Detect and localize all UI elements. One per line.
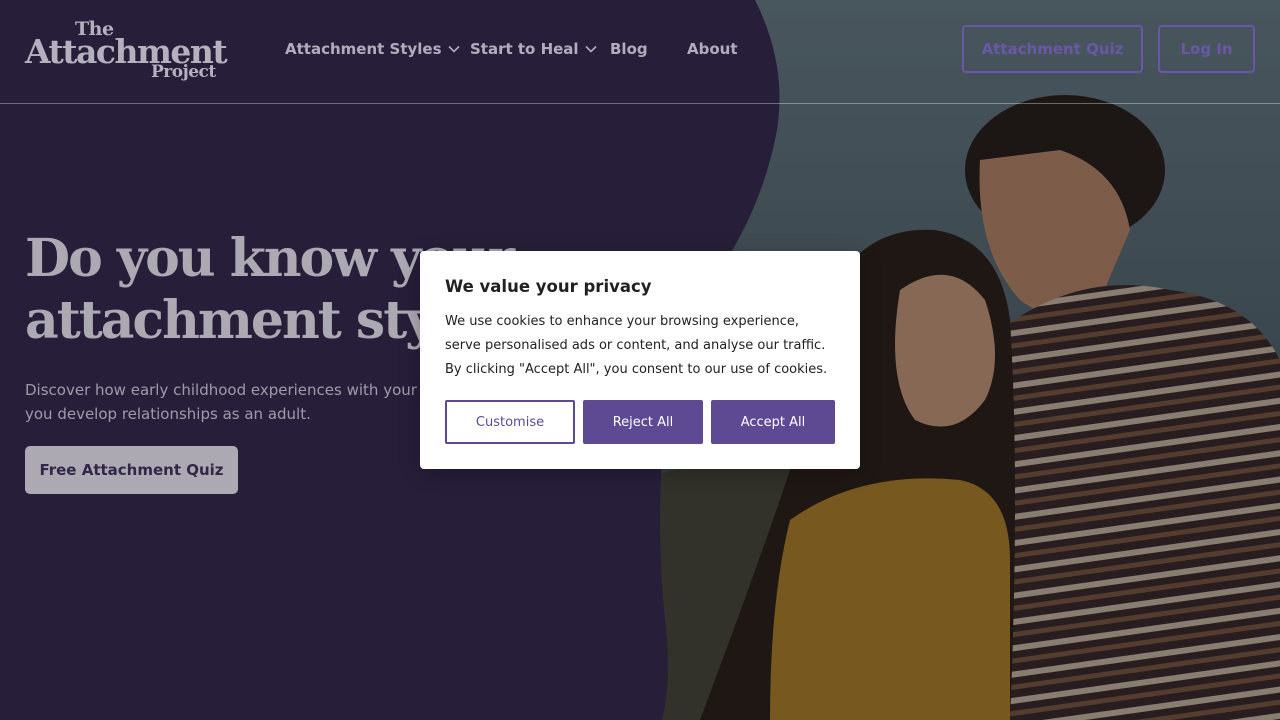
cookie-title: We value your privacy xyxy=(445,277,652,296)
cookie-buttons: Customise Reject All Accept All xyxy=(445,400,835,444)
nav-blog[interactable]: Blog xyxy=(610,40,648,58)
cookie-consent-dialog: We value your privacy We use cookies to … xyxy=(420,251,860,469)
nav-about-label: About xyxy=(687,40,738,58)
chevron-down-icon xyxy=(585,45,597,53)
woman-face xyxy=(895,274,995,427)
nav-start-to-heal[interactable]: Start to Heal xyxy=(470,40,597,58)
nav-attachment-styles-label: Attachment Styles xyxy=(285,40,442,58)
login-button[interactable]: Log In xyxy=(1158,25,1255,73)
logo-line-3: Project xyxy=(151,62,216,82)
nav-about[interactable]: About xyxy=(687,40,738,58)
nav-attachment-styles[interactable]: Attachment Styles xyxy=(285,40,460,58)
reject-all-button[interactable]: Reject All xyxy=(583,400,703,444)
page: The Attachment Project Attachment Styles… xyxy=(0,0,1280,720)
attachment-quiz-button[interactable]: Attachment Quiz xyxy=(962,25,1143,73)
site-header: The Attachment Project Attachment Styles… xyxy=(0,0,1280,104)
customise-button[interactable]: Customise xyxy=(445,400,575,444)
accept-all-button[interactable]: Accept All xyxy=(711,400,835,444)
logo[interactable]: The Attachment Project xyxy=(25,18,228,84)
free-quiz-button[interactable]: Free Attachment Quiz xyxy=(25,446,238,494)
nav-start-to-heal-label: Start to Heal xyxy=(470,40,579,58)
cookie-body: We use cookies to enhance your browsing … xyxy=(445,314,828,377)
chevron-down-icon xyxy=(447,45,460,53)
woman-sweater xyxy=(770,478,1010,720)
nav-blog-label: Blog xyxy=(610,40,648,58)
man-poncho xyxy=(995,285,1280,720)
